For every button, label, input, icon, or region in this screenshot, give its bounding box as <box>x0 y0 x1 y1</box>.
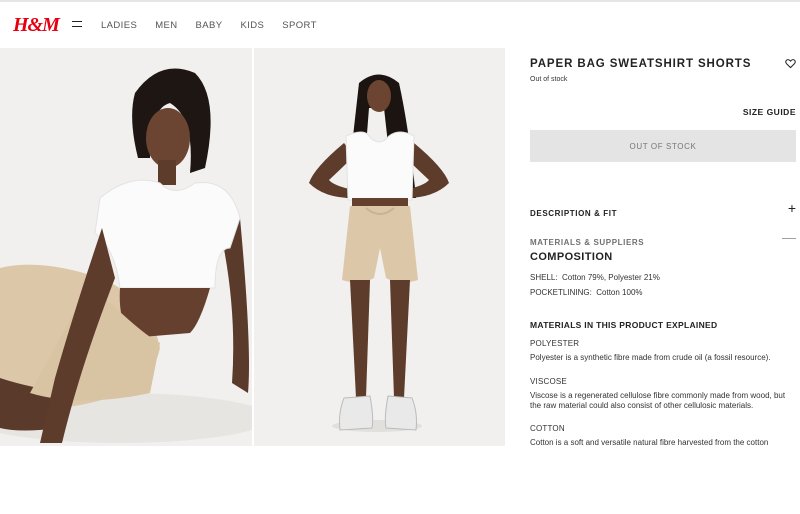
product-image-seated[interactable] <box>0 48 252 446</box>
seated-model-illustration <box>0 48 252 446</box>
material-name: VISCOSE <box>530 377 567 386</box>
main-nav: LADIES MEN BABY KIDS SPORT <box>101 20 335 31</box>
accordion-label: MATERIALS & SUPPLIERS <box>530 238 645 247</box>
accordion-materials-suppliers[interactable]: MATERIALS & SUPPLIERS — <box>530 229 796 247</box>
accordion-label: DESCRIPTION & FIT <box>530 209 618 218</box>
composition-value: Cotton 79%, Polyester 21% <box>562 273 660 282</box>
material-description: Cotton is a soft and versatile natural f… <box>530 438 769 447</box>
composition-part: SHELL: <box>530 273 558 282</box>
standing-model-illustration <box>254 48 505 446</box>
stock-status: Out of stock <box>530 76 568 83</box>
minus-icon: — <box>782 229 796 245</box>
composition-part: POCKETLINING: <box>530 288 592 297</box>
product-title: PAPER BAG SWEATSHIRT SHORTS <box>530 58 752 70</box>
size-guide-link[interactable]: SIZE GUIDE <box>743 107 796 117</box>
product-gallery <box>0 48 505 446</box>
material-name: COTTON <box>530 424 565 433</box>
out-of-stock-button[interactable]: OUT OF STOCK <box>530 130 796 162</box>
heart-icon[interactable] <box>785 58 796 69</box>
material-name: POLYESTER <box>530 339 580 348</box>
composition-line: SHELL: Cotton 79%, Polyester 21% <box>530 273 660 282</box>
materials-explained-heading: MATERIALS IN THIS PRODUCT EXPLAINED <box>530 320 718 330</box>
nav-item-baby[interactable]: BABY <box>196 20 223 31</box>
composition-heading: COMPOSITION <box>530 251 613 263</box>
nav-item-men[interactable]: MEN <box>155 20 177 31</box>
material-description: Polyester is a synthetic fibre made from… <box>530 353 771 362</box>
hamburger-icon[interactable] <box>72 21 82 28</box>
product-image-standing[interactable] <box>254 48 505 446</box>
plus-icon: + <box>787 200 796 216</box>
hm-logo[interactable]: H&M <box>13 14 60 37</box>
nav-item-kids[interactable]: KIDS <box>240 20 264 31</box>
composition-line: POCKETLINING: Cotton 100% <box>530 288 643 297</box>
composition-value: Cotton 100% <box>596 288 643 297</box>
material-description: Viscose is a regenerated cellulose fibre… <box>530 391 786 410</box>
nav-item-ladies[interactable]: LADIES <box>101 20 137 31</box>
site-header: H&M LADIES MEN BABY KIDS SPORT <box>0 2 800 48</box>
accordion-description-fit[interactable]: DESCRIPTION & FIT + <box>530 200 796 218</box>
nav-item-sport[interactable]: SPORT <box>282 20 317 31</box>
